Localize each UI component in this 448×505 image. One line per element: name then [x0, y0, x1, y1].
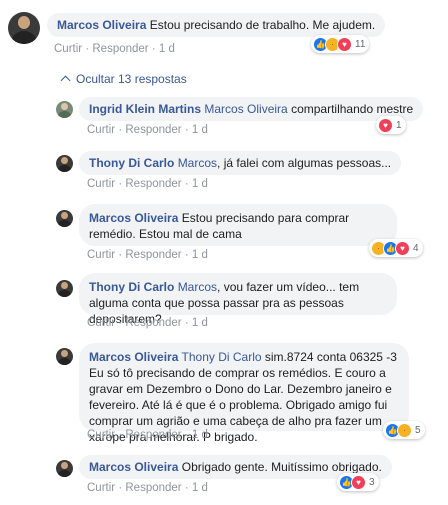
comment-actions: Curtir · Responder · 1 d — [87, 124, 208, 136]
comment-time[interactable]: 1 d — [192, 317, 208, 329]
avatar[interactable] — [56, 280, 73, 297]
comment-actions: Curtir · Responder · 1 d — [87, 482, 208, 494]
comment-author[interactable]: Ingrid Klein Martins — [89, 102, 201, 116]
avatar[interactable] — [56, 155, 73, 172]
comment-actions: Curtir · Responder · 1 d — [54, 43, 175, 55]
separator: · — [184, 429, 189, 441]
reply-link[interactable]: Responder — [125, 317, 181, 329]
avatar[interactable] — [56, 210, 73, 227]
reply-link[interactable]: Responder — [125, 249, 181, 261]
reply-link[interactable]: Responder — [125, 482, 181, 494]
reply-link[interactable]: Responder — [92, 43, 148, 55]
love-icon: ♥ — [351, 474, 366, 490]
separator: · — [118, 482, 123, 494]
chevron-up-icon — [60, 75, 71, 86]
separator: · — [118, 429, 123, 441]
comment-time[interactable]: 1 d — [192, 429, 208, 441]
comment-time[interactable]: 1 d — [159, 43, 175, 55]
like-link[interactable]: Curtir — [87, 124, 115, 136]
comment-actions: Curtir · Responder · 1 d — [87, 429, 208, 441]
like-link[interactable]: Curtir — [54, 43, 82, 55]
comment-text: Estou precisando de trabalho. Me ajudem. — [149, 18, 376, 32]
reactions-badge[interactable]: 👍 · 5 — [383, 421, 425, 439]
comment-time[interactable]: 1 d — [192, 178, 208, 190]
avatar[interactable] — [56, 460, 73, 477]
separator: · — [184, 249, 189, 261]
comment-author[interactable]: Marcos Oliveira — [57, 18, 146, 32]
separator: · — [85, 43, 90, 55]
mention-tag[interactable]: Thony Di Carlo — [182, 350, 262, 364]
mention-tag[interactable]: Marcos — [178, 156, 217, 170]
comment-time[interactable]: 1 d — [192, 124, 208, 136]
like-link[interactable]: Curtir — [87, 317, 115, 329]
separator: · — [118, 178, 123, 190]
reaction-count: 3 — [369, 476, 375, 488]
separator: · — [151, 43, 156, 55]
mention-tag[interactable]: Marcos Oliveira — [204, 102, 287, 116]
avatar[interactable] — [56, 348, 73, 365]
comment-text: compartilhando mestre — [291, 102, 414, 116]
separator: · — [184, 482, 189, 494]
comment-text: , já falei com algumas pessoas... — [217, 156, 392, 170]
separator: · — [184, 124, 189, 136]
comment-author[interactable]: Marcos Oliveira — [89, 211, 178, 225]
comment-time[interactable]: 1 d — [192, 482, 208, 494]
comment-text: Obrigado gente. Muitíssimo obrigado. — [181, 460, 382, 474]
avatar[interactable] — [8, 12, 40, 44]
reply-link[interactable]: Responder — [125, 178, 181, 190]
reaction-count: 4 — [413, 242, 419, 254]
comment-author[interactable]: Thony Di Carlo — [89, 156, 174, 170]
reaction-count: 11 — [355, 38, 366, 50]
separator: · — [118, 124, 123, 136]
hide-replies-toggle[interactable]: Ocultar 13 respostas — [60, 72, 187, 86]
toggle-label: Ocultar 13 respostas — [76, 72, 187, 86]
reactions-badge[interactable]: ♥ 1 — [376, 116, 406, 134]
comment-bubble: Ingrid Klein Martins Marcos Oliveira com… — [79, 97, 424, 121]
comment-bubble: Thony Di Carlo Marcos, vou fazer um víde… — [79, 273, 397, 326]
love-icon: ♥ — [337, 36, 352, 52]
comment-bubble: Marcos Oliveira Estou precisando para co… — [79, 204, 397, 246]
reactions-badge[interactable]: 👍 ♥ 3 — [337, 473, 379, 491]
love-icon: ♥ — [395, 240, 410, 256]
comment-actions: Curtir · Responder · 1 d — [87, 317, 208, 329]
like-link[interactable]: Curtir — [87, 178, 115, 190]
sad-icon: · — [397, 422, 412, 438]
comment-author[interactable]: Thony Di Carlo — [89, 280, 174, 294]
mention-tag[interactable]: Marcos — [178, 280, 217, 294]
comment-time[interactable]: 1 d — [192, 249, 208, 261]
reactions-badge[interactable]: 👍 · ♥ 11 — [311, 35, 370, 53]
reaction-count: 5 — [415, 424, 421, 436]
separator: · — [184, 178, 189, 190]
like-link[interactable]: Curtir — [87, 429, 115, 441]
reaction-count: 1 — [396, 119, 402, 131]
separator: · — [184, 317, 189, 329]
separator: · — [118, 317, 123, 329]
reply-link[interactable]: Responder — [125, 124, 181, 136]
avatar[interactable] — [56, 101, 73, 118]
love-icon: ♥ — [378, 117, 393, 133]
comment-author[interactable]: Marcos Oliveira — [89, 460, 178, 474]
like-link[interactable]: Curtir — [87, 482, 115, 494]
reactions-badge[interactable]: · 👍 ♥ 4 — [369, 239, 423, 257]
reply-link[interactable]: Responder — [125, 429, 181, 441]
separator: · — [118, 249, 123, 261]
like-link[interactable]: Curtir — [87, 249, 115, 261]
comment-actions: Curtir · Responder · 1 d — [87, 178, 208, 190]
comment-bubble: Marcos Oliveira Estou precisando de trab… — [47, 13, 386, 37]
comment-bubble: Marcos Oliveira Thony Di Carlo sim.8724 … — [79, 343, 409, 444]
comment-author[interactable]: Marcos Oliveira — [89, 350, 178, 364]
comment-actions: Curtir · Responder · 1 d — [87, 249, 208, 261]
comment-bubble: Thony Di Carlo Marcos, já falei com algu… — [79, 151, 402, 175]
